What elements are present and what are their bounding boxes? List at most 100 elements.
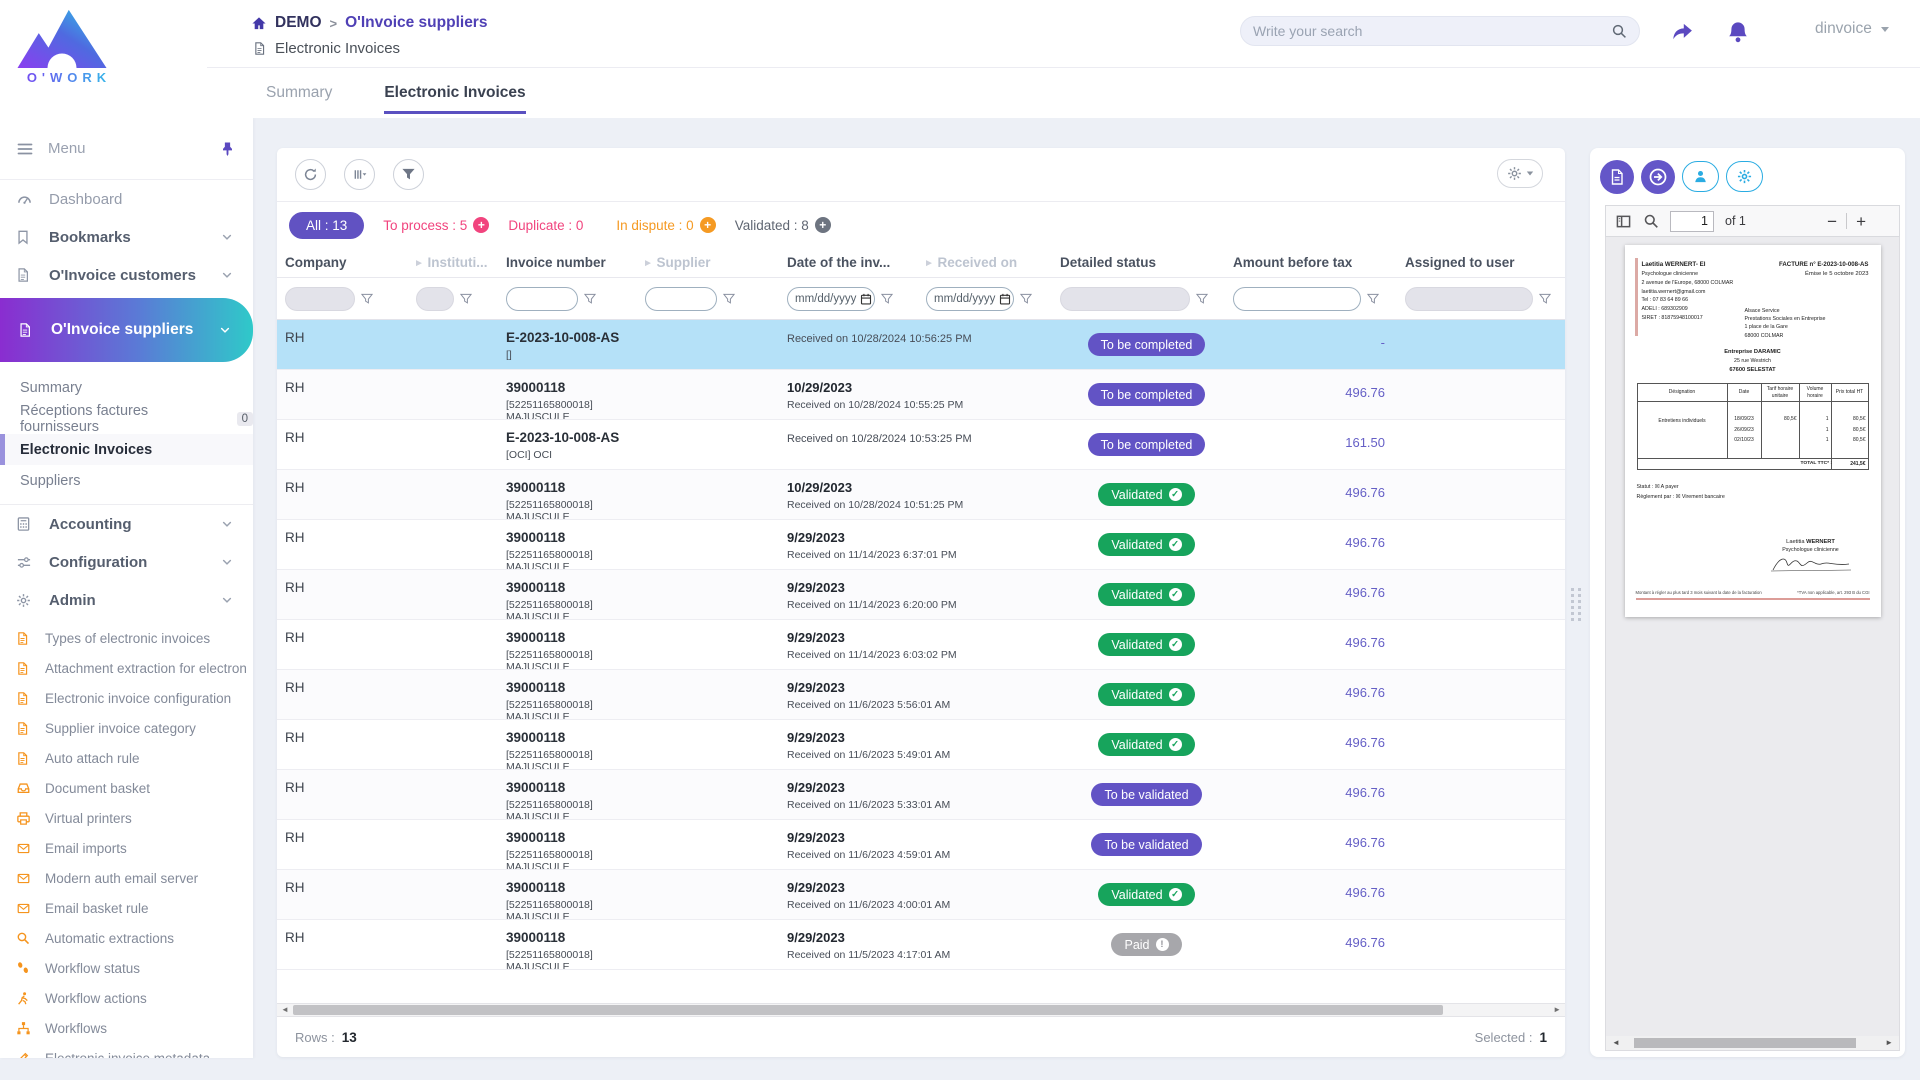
scroll-right-icon[interactable]: ► [1553,1004,1561,1016]
panel-resize-handle[interactable] [1571,588,1582,621]
scroll-left-icon[interactable]: ◄ [281,1004,289,1016]
cell-amount-before-tax[interactable]: - [1233,320,1405,369]
scrollbar-thumb[interactable] [293,1005,1443,1015]
sidebar-item-email-basket-rule[interactable]: Email basket rule [0,893,253,923]
filter-input-invoice-number[interactable] [506,287,578,311]
refresh-button[interactable] [295,159,326,190]
cell-amount-before-tax[interactable]: 496.76 [1233,870,1405,919]
cell-amount-before-tax[interactable]: 496.76 [1233,920,1405,969]
scroll-left-icon[interactable]: ◄ [1612,1037,1620,1049]
hamburger-menu-icon[interactable] [16,141,34,157]
find-icon[interactable] [1643,213,1659,229]
cell-amount-before-tax[interactable]: 496.76 [1233,770,1405,819]
cell-amount-before-tax[interactable]: 161.50 [1233,420,1405,469]
horizontal-scrollbar[interactable]: ◄ ► [277,1003,1565,1017]
preview-settings-button[interactable] [1726,161,1763,192]
sidebar-item-virtual-printers[interactable]: Virtual printers [0,803,253,833]
funnel-icon[interactable] [1020,293,1032,305]
sidebar-item-workflows[interactable]: Workflows [0,1013,253,1043]
sidebar-item-workflow-status[interactable]: Workflow status [0,953,253,983]
cell-amount-before-tax[interactable]: 496.76 [1233,370,1405,419]
funnel-icon[interactable] [881,293,893,305]
scrollbar-thumb[interactable] [1634,1038,1856,1048]
column-header-date-of-the-inv-[interactable]: Date of the inv... [787,255,926,270]
sidebar-item-admin[interactable]: Admin [0,581,253,619]
sidebar-item-electronic-invoice-metadata[interactable]: Electronic invoice metadata [0,1043,253,1058]
sidebar-item-bookmarks[interactable]: Bookmarks [0,218,253,256]
pin-icon[interactable] [220,141,235,157]
filter-chip-all[interactable]: All : 13 [289,212,364,239]
table-row[interactable]: RH39000118[52251165800018] MAJUSCULE9/29… [277,670,1565,720]
column-header-detailed-status[interactable]: Detailed status [1060,255,1233,270]
funnel-icon[interactable] [1196,293,1208,305]
sidebar-subitem-r-ceptions-factures-fournisseurs[interactable]: Réceptions factures fournisseurs0 [0,403,253,434]
filter-input-supplier[interactable] [645,287,717,311]
user-menu[interactable]: dinvoice [1815,20,1889,38]
filter-chip-duplicate[interactable]: Duplicate : 0 [508,218,583,233]
filter-input-assigned-to-user[interactable] [1405,287,1533,311]
preview-horizontal-scrollbar[interactable]: ◄ ► [1606,1036,1899,1050]
filter-input-company[interactable] [285,287,355,311]
sidebar-item-auto-attach-rule[interactable]: Auto attach rule [0,743,253,773]
open-document-button[interactable] [1641,160,1675,194]
filter-chip-in-dispute[interactable]: In dispute : 0+ [616,217,715,233]
column-header-invoice-number[interactable]: Invoice number [506,255,645,270]
search-icon[interactable] [1611,23,1627,39]
sidebar-item-accounting[interactable]: Accounting [0,505,253,543]
table-row[interactable]: RHE-2023-10-008-AS[OCI] OCIReceived on 1… [277,420,1565,470]
sidebar-item-types-of-electronic-invoices[interactable]: Types of electronic invoices [0,623,253,653]
table-settings-button[interactable] [1497,159,1543,188]
table-row[interactable]: RH39000118[52251165800018] MAJUSCULE9/29… [277,770,1565,820]
table-row[interactable]: RH39000118[52251165800018] MAJUSCULE9/29… [277,720,1565,770]
download-pdf-button[interactable] [1600,160,1634,194]
filter-chip-to-process[interactable]: To process : 5+ [383,217,489,233]
sidebar-item-modern-auth-email-server[interactable]: Modern auth email server [0,863,253,893]
funnel-icon[interactable] [723,293,735,305]
assign-user-button[interactable] [1682,161,1719,192]
cell-amount-before-tax[interactable]: 496.76 [1233,620,1405,669]
sidebar-item-automatic-extractions[interactable]: Automatic extractions [0,923,253,953]
sidebar-subitem-suppliers[interactable]: Suppliers [0,465,253,496]
scroll-right-icon[interactable]: ► [1885,1037,1893,1049]
table-row[interactable]: RH39000118[52251165800018] MAJUSCULE10/2… [277,370,1565,420]
table-row[interactable]: RH39000118[52251165800018] MAJUSCULE9/29… [277,520,1565,570]
cell-amount-before-tax[interactable]: 496.76 [1233,720,1405,769]
sidebar-item-o-invoice-customers[interactable]: O'Invoice customers [0,256,253,294]
cell-amount-before-tax[interactable]: 496.76 [1233,520,1405,569]
tab-summary[interactable]: Summary [266,84,332,114]
column-header-amount-before-tax[interactable]: Amount before tax [1233,255,1405,270]
table-row[interactable]: RH39000118[52251165800018] MAJUSCULE9/29… [277,920,1565,970]
column-header-received-on[interactable]: ▸Received on [926,255,1060,270]
column-header-supplier[interactable]: ▸Supplier [645,255,787,270]
sidebar-item-document-basket[interactable]: Document basket [0,773,253,803]
sidebar-item-email-imports[interactable]: Email imports [0,833,253,863]
filter-button[interactable] [393,159,424,190]
table-row[interactable]: RH39000118[52251165800018] MAJUSCULE10/2… [277,470,1565,520]
search-input[interactable] [1253,23,1611,39]
column-header-company[interactable]: Company [285,255,416,270]
funnel-icon[interactable] [361,293,373,305]
table-row[interactable]: RH39000118[52251165800018] MAJUSCULE9/29… [277,570,1565,620]
funnel-icon[interactable] [1367,293,1379,305]
sidebar-item-attachment-extraction-for-electron[interactable]: Attachment extraction for electron [0,653,253,683]
cell-amount-before-tax[interactable]: 496.76 [1233,820,1405,869]
sidebar-subitem-summary[interactable]: Summary [0,372,253,403]
sidebar-toggle-icon[interactable] [1615,214,1632,229]
filter-input-amount-before-tax[interactable] [1233,287,1361,311]
funnel-icon[interactable] [1539,293,1551,305]
sidebar-item-supplier-invoice-category[interactable]: Supplier invoice category [0,713,253,743]
home-icon[interactable] [251,16,267,31]
zoom-out-button[interactable]: − [1827,213,1837,230]
share-button[interactable] [1668,18,1696,46]
cell-amount-before-tax[interactable]: 496.76 [1233,670,1405,719]
table-row[interactable]: RHE-2023-10-008-AS[]Received on 10/28/20… [277,320,1565,370]
sidebar-item-workflow-actions[interactable]: Workflow actions [0,983,253,1013]
page-number-input[interactable] [1670,211,1714,232]
filter-chip-validated[interactable]: Validated : 8+ [735,217,831,233]
pdf-viewer-canvas[interactable]: Laetitia WERNERT- EI Psychologue clinici… [1605,237,1900,1051]
filter-input-received-on[interactable]: mm/dd/yyyy [926,287,1014,311]
funnel-icon[interactable] [460,293,472,305]
sidebar-item-electronic-invoice-configuration[interactable]: Electronic invoice configuration [0,683,253,713]
filter-input-detailed-status[interactable] [1060,287,1190,311]
funnel-icon[interactable] [584,293,596,305]
